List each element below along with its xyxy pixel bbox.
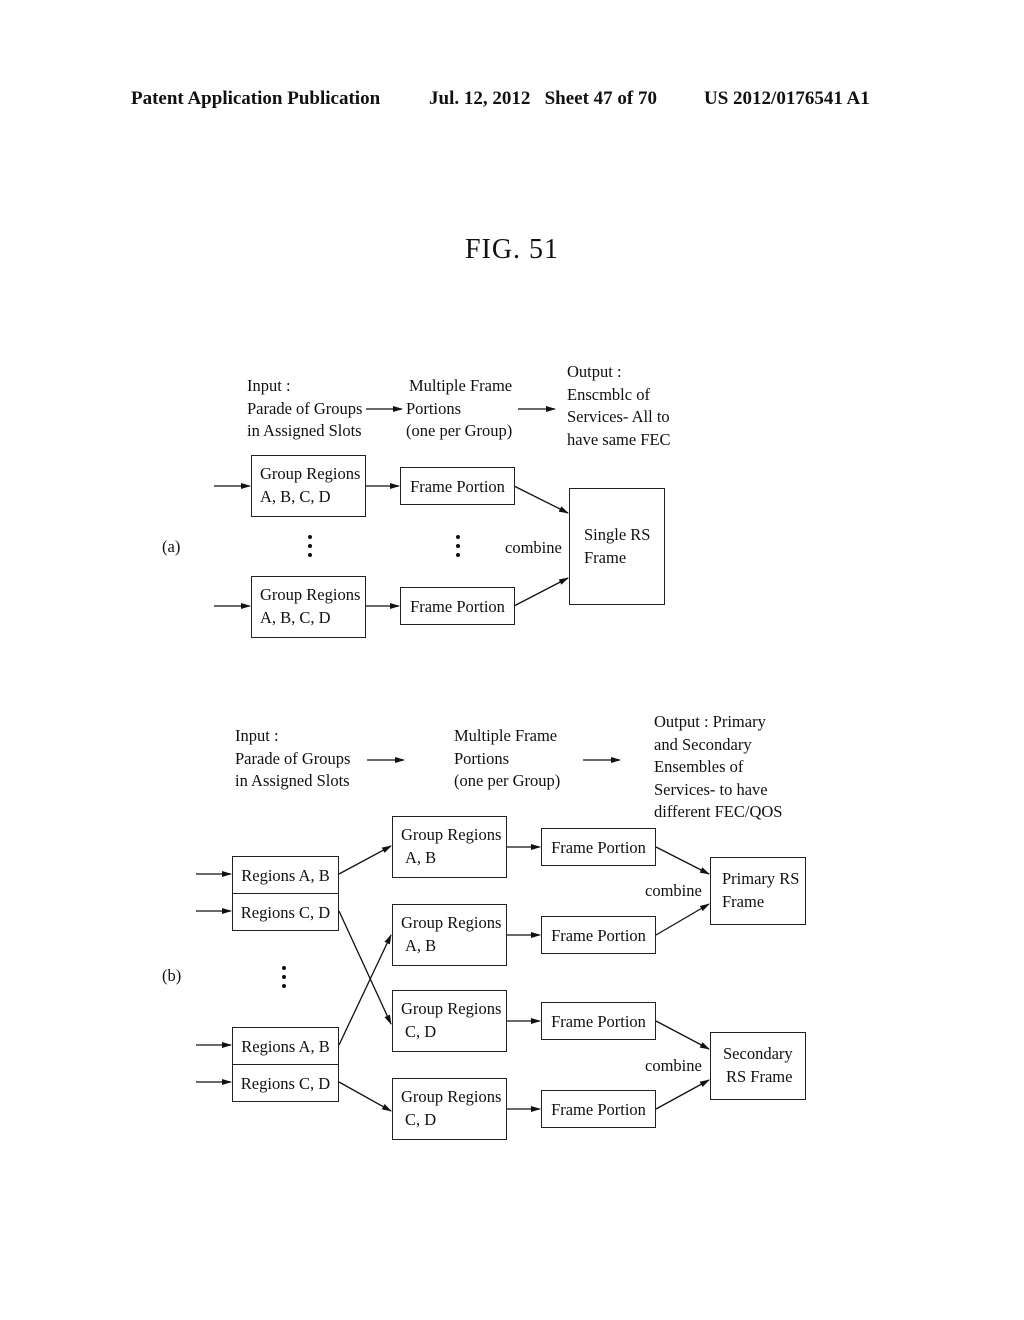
text-line: Portions	[454, 748, 510, 768]
box-line: C, D	[405, 1022, 437, 1041]
ellipsis-vertical-icon	[308, 535, 314, 562]
box-line: Primary RS	[722, 869, 800, 888]
text-line: (one per Group)	[406, 421, 513, 440]
text-line: Parade of Groups	[235, 748, 351, 768]
connector-layer	[196, 406, 710, 1112]
panel-a-input-label: Input : Parade of Groups in Assigned Slo…	[247, 375, 362, 443]
group-regions-box: Group Regions A, B, C, D	[251, 576, 366, 638]
arrow-b-route-1	[338, 845, 392, 875]
arrow-b-out-1	[655, 846, 710, 875]
combine-label: combine	[645, 1056, 702, 1075]
text-line: Services- to have	[654, 779, 768, 799]
arrow-b-route-2	[338, 910, 392, 1025]
group-regions-box: Group Regions A, B	[392, 816, 507, 878]
combine-label: combine	[645, 881, 702, 900]
regions-cd-box: Regions C, D	[232, 893, 339, 931]
frame-portion-box: Frame Portion	[541, 916, 656, 954]
box-line: Secondary	[723, 1044, 793, 1063]
combine-label: combine	[505, 538, 562, 557]
text-line: (one per Group)	[454, 771, 561, 790]
box-line: Group Regions	[401, 825, 502, 844]
text-line: and Secondary	[654, 734, 752, 754]
single-rs-frame-box: Single RS Frame	[569, 488, 665, 605]
ellipsis-vertical-icon	[456, 535, 462, 562]
box-line: A, B, C, D	[260, 487, 331, 506]
text-line: Services- All to	[567, 407, 670, 426]
group-regions-box: Group Regions C, D	[392, 990, 507, 1052]
text-line: Ensembles of	[654, 757, 744, 776]
box-line: Frame	[584, 548, 627, 567]
box-line: Group Regions	[260, 585, 361, 604]
box-line: C, D	[405, 1110, 437, 1129]
group-regions-box: Group Regions C, D	[392, 1078, 507, 1140]
regions-ab-box: Regions A, B	[232, 1027, 339, 1065]
text-line: different FEC/QOS	[654, 802, 783, 821]
text-line: Multiple Frame	[454, 726, 558, 745]
box-line: Group Regions	[401, 1087, 502, 1106]
arrow-b-out-2	[655, 903, 710, 936]
frame-portion-box: Frame Portion	[400, 587, 515, 625]
arrow-b-out-3	[655, 1020, 710, 1050]
box-line: Single RS	[584, 525, 651, 544]
arrow-b-route-3	[338, 934, 392, 1046]
arrow-a-out-2	[513, 577, 569, 607]
box-line: Group Regions	[260, 464, 361, 483]
box-line: A, B, C, D	[260, 608, 331, 627]
arrow-b-out-4	[655, 1079, 710, 1110]
text-line: Input :	[235, 726, 279, 745]
text-line: Input :	[247, 376, 291, 395]
secondary-rs-frame-box: Secondary RS Frame	[710, 1032, 806, 1100]
arrow-b-route-4	[338, 1081, 392, 1112]
panel-b-label: (b)	[162, 966, 182, 985]
box-line: A, B	[405, 848, 437, 867]
frame-portion-box: Frame Portion	[541, 1090, 656, 1128]
text-line: Output : Primary	[654, 712, 766, 731]
text-line: Portions	[406, 398, 462, 418]
text-line: in Assigned Slots	[235, 771, 350, 790]
panel-a-output-label: Output : Enscmblc of Services- All to ha…	[567, 361, 671, 451]
frame-portion-box: Frame Portion	[541, 1002, 656, 1040]
text-line: in Assigned Slots	[247, 421, 362, 440]
regions-ab-box: Regions A, B	[232, 856, 339, 894]
text-line: Output :	[567, 362, 622, 381]
primary-rs-frame-box: Primary RS Frame	[710, 857, 806, 925]
panel-a-middle-label: Multiple Frame Portions (one per Group)	[406, 375, 512, 443]
box-line: Frame	[722, 892, 765, 911]
panel-b-output-label: Output : Primary and Secondary Ensembles…	[654, 711, 782, 824]
panel-b-input-label: Input : Parade of Groups in Assigned Slo…	[235, 725, 350, 793]
text-line: Parade of Groups	[247, 398, 363, 418]
frame-portion-box: Frame Portion	[400, 467, 515, 505]
box-line: Group Regions	[401, 999, 502, 1018]
text-line: Enscmblc of	[567, 384, 650, 404]
ellipsis-vertical-icon	[282, 966, 288, 993]
box-line: Group Regions	[401, 913, 502, 932]
group-regions-box: Group Regions A, B	[392, 904, 507, 966]
text-line: have same FEC	[567, 429, 671, 449]
box-line: RS Frame	[726, 1067, 793, 1086]
frame-portion-box: Frame Portion	[541, 828, 656, 866]
box-line: A, B	[405, 936, 437, 955]
panel-a-label: (a)	[162, 537, 181, 556]
text-line: Multiple Frame	[409, 376, 513, 395]
regions-cd-box: Regions C, D	[232, 1064, 339, 1102]
panel-b-middle-label: Multiple Frame Portions (one per Group)	[454, 725, 560, 793]
arrow-a-out-1	[513, 485, 569, 514]
group-regions-box: Group Regions A, B, C, D	[251, 455, 366, 517]
